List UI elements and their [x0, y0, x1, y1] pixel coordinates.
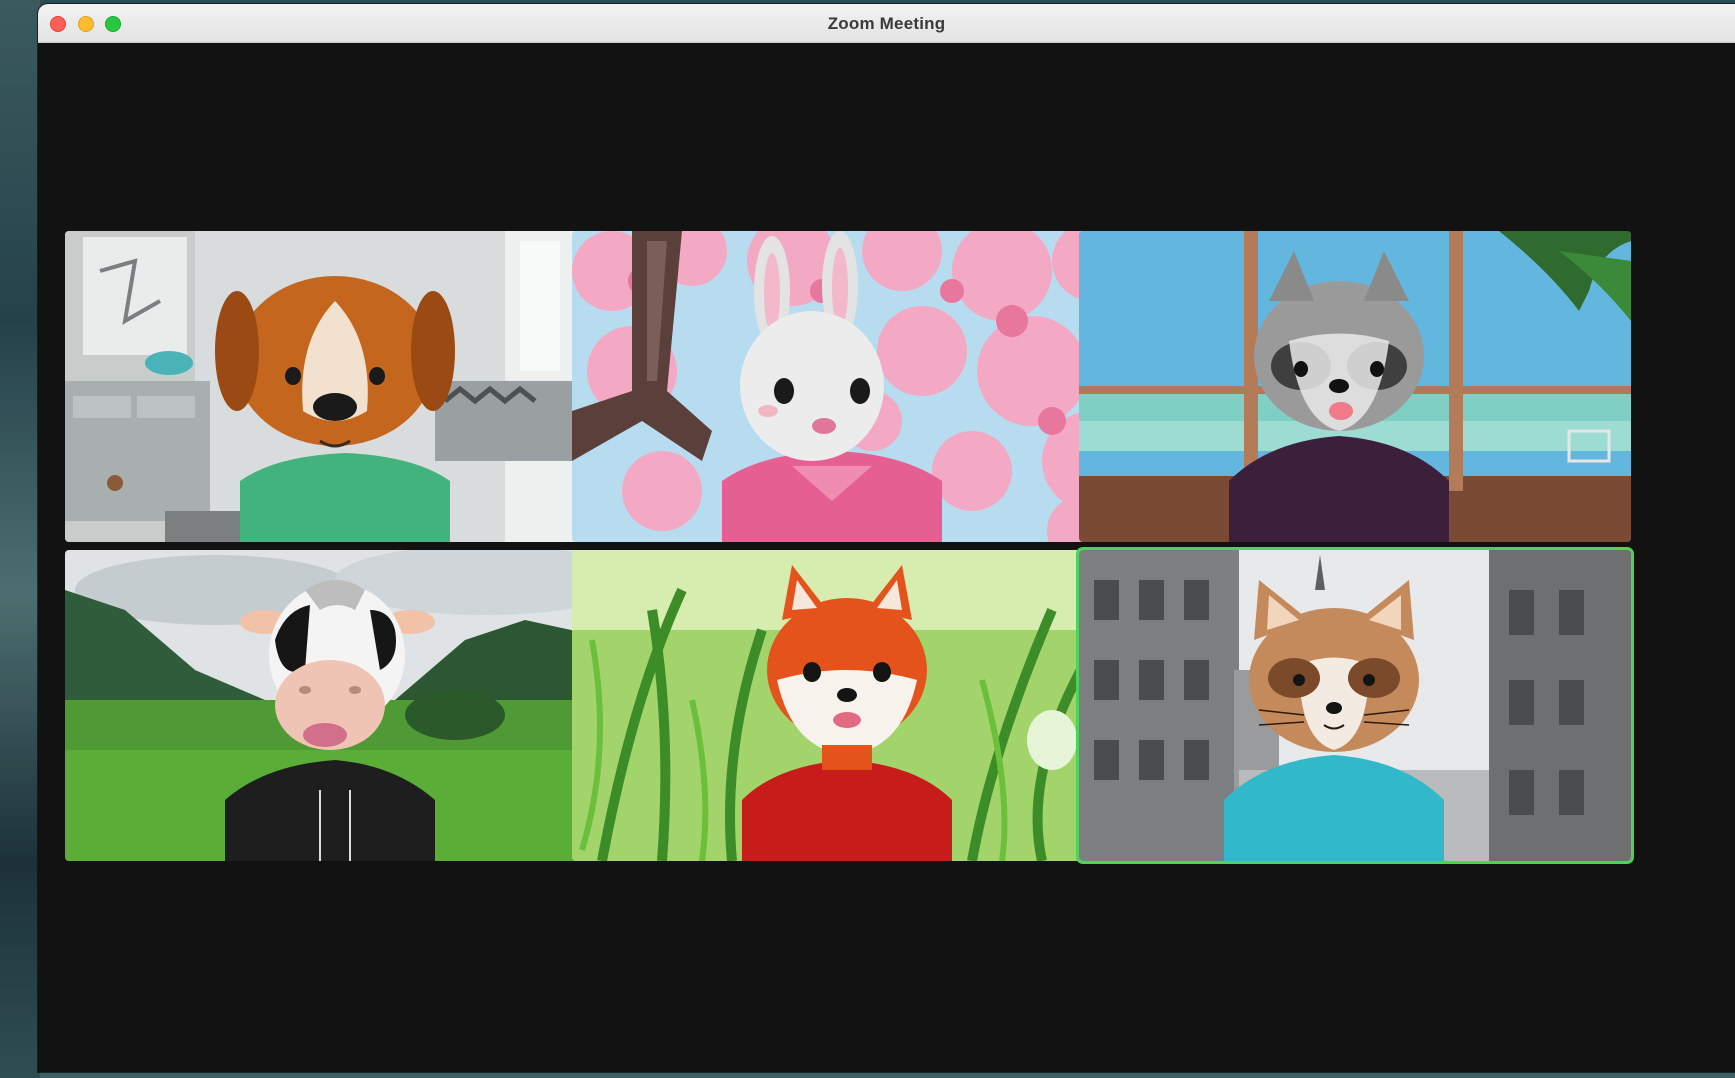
dog-avatar — [65, 231, 617, 542]
window-title: Zoom Meeting — [827, 14, 946, 33]
bunny-avatar — [572, 231, 1124, 542]
video-tile-cat-active-speaker[interactable] — [1079, 550, 1631, 861]
video-tile-raccoon[interactable] — [1079, 231, 1631, 542]
zoom-window: Zoom Meeting — [38, 4, 1735, 1072]
fox-avatar — [572, 550, 1124, 861]
cat-avatar — [1079, 550, 1631, 861]
video-tile-dog[interactable] — [65, 231, 617, 542]
title-bar[interactable]: Zoom Meeting — [38, 4, 1735, 43]
desktop-wallpaper — [0, 0, 40, 1078]
video-tile-fox[interactable] — [572, 550, 1124, 861]
raccoon-avatar — [1079, 231, 1631, 542]
cow-avatar — [65, 550, 617, 861]
video-tile-bunny[interactable] — [572, 231, 1124, 542]
video-tile-cow[interactable] — [65, 550, 617, 861]
